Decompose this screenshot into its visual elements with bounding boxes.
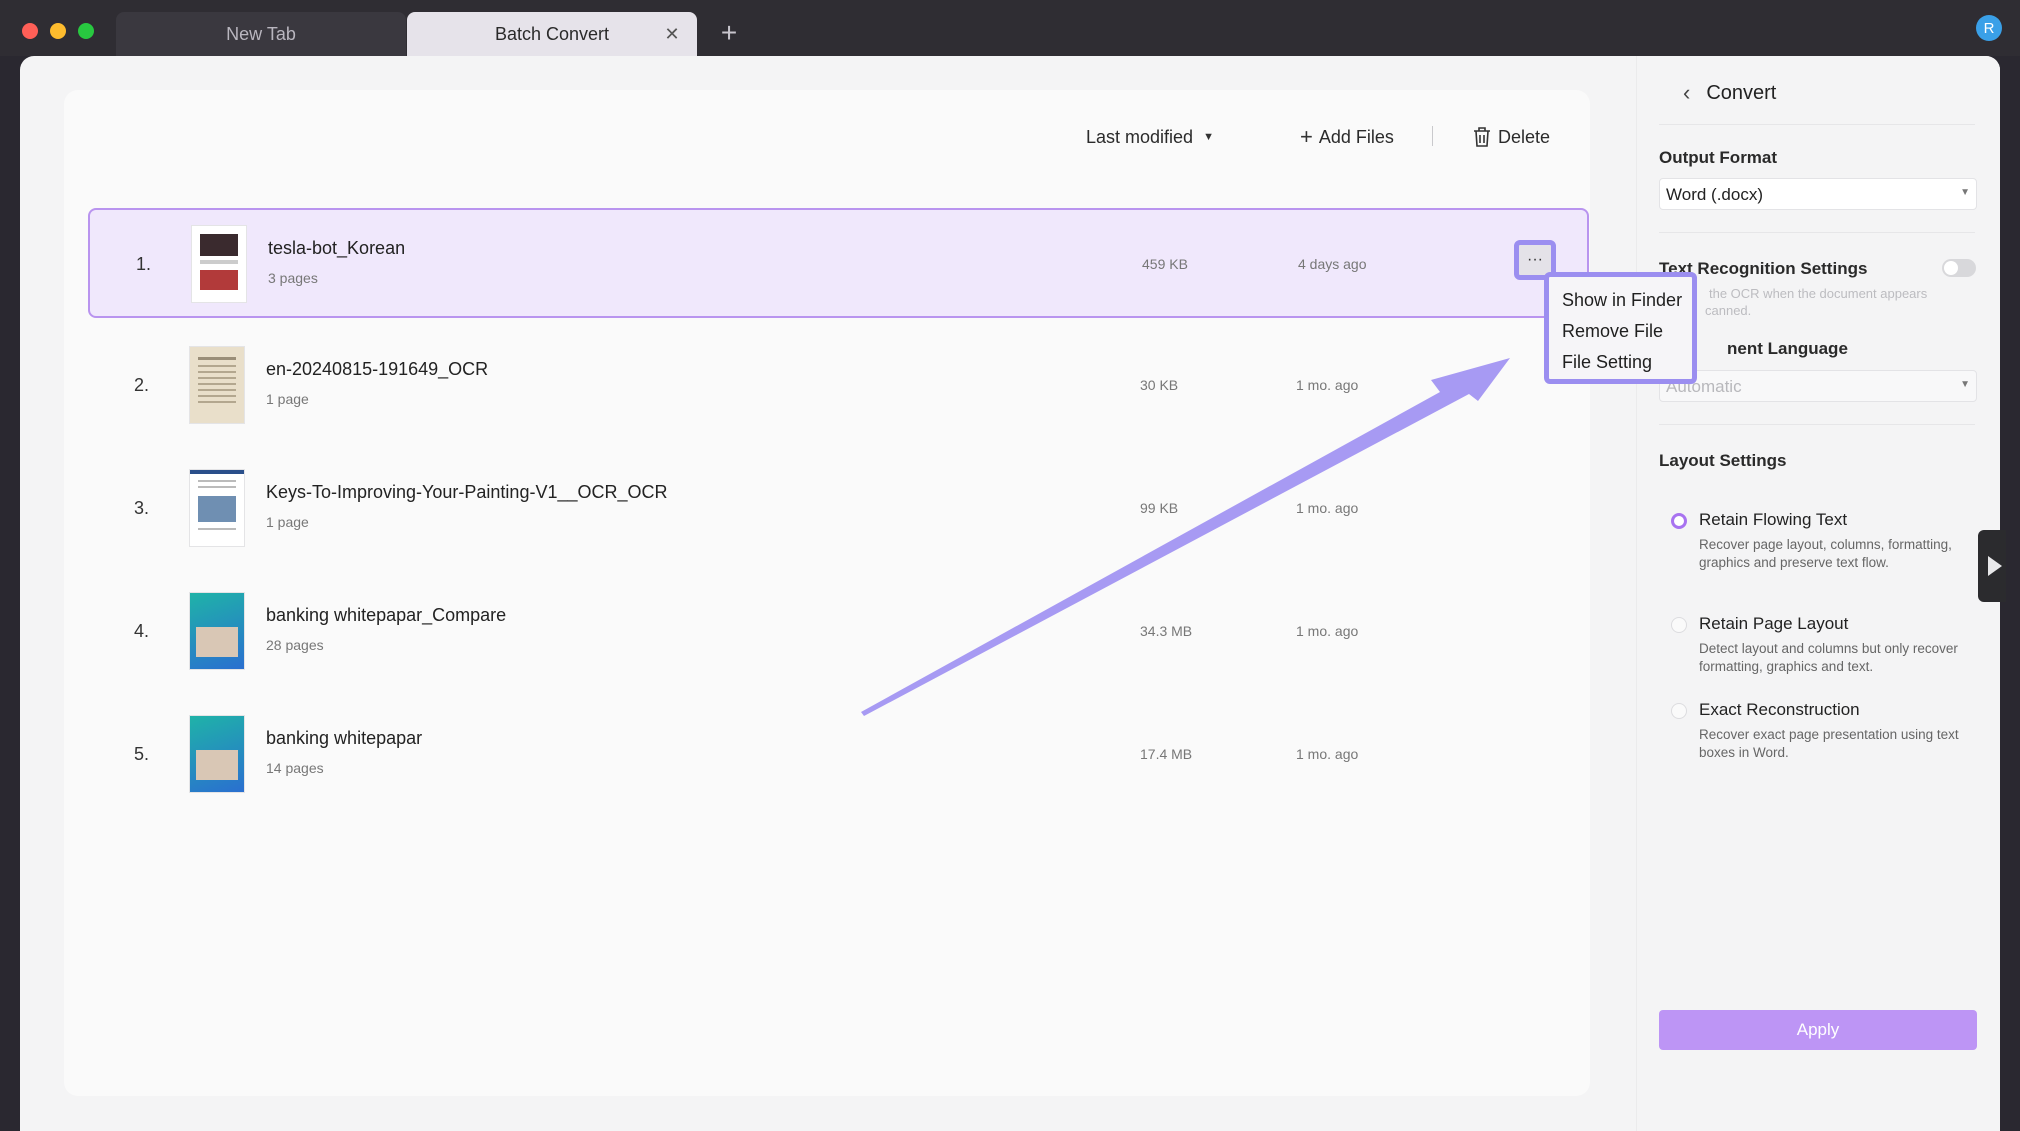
file-thumbnail: [190, 593, 244, 669]
row-number: 4.: [134, 621, 150, 641]
divider: [1659, 232, 1975, 233]
caret-down-icon: ▼: [1960, 187, 1970, 198]
table-row[interactable]: 1. tesla-bot_Korean 3 pages 459 KB 4 day…: [88, 208, 1589, 318]
table-row[interactable]: 3. Keys-To-Improving-Your-Painting-V1__O…: [88, 454, 1589, 564]
file-date: 1 mo. ago: [1296, 746, 1359, 762]
ocr-hint: canned.: [1705, 303, 1752, 318]
file-size: 30 KB: [1140, 377, 1179, 393]
row-number: 1.: [136, 254, 152, 274]
file-date: 4 days ago: [1298, 256, 1367, 272]
file-name: tesla-bot_Korean: [268, 238, 406, 258]
radio-retain-flowing-text[interactable]: [1671, 513, 1687, 529]
row-number: 2.: [134, 375, 150, 395]
radio-exact-reconstruction[interactable]: [1671, 703, 1687, 719]
panel-collapse-handle[interactable]: [1978, 530, 2006, 602]
file-thumbnail: [192, 226, 246, 302]
file-thumbnail: [190, 716, 244, 792]
file-pages: 3 pages: [268, 270, 318, 286]
caret-down-icon: ▼: [1203, 131, 1214, 143]
row-number: 5.: [134, 744, 150, 764]
avatar[interactable]: R: [1976, 15, 2002, 41]
file-thumbnail: [190, 470, 244, 546]
tab-label: New Tab: [226, 23, 296, 44]
sort-label: Last modified: [1086, 126, 1194, 147]
ocr-toggle[interactable]: [1942, 259, 1976, 277]
add-files-label: Add Files: [1318, 126, 1394, 147]
document-language-select[interactable]: Automatic ▼: [1659, 370, 1977, 402]
file-date: 1 mo. ago: [1296, 500, 1359, 516]
minimize-window-button[interactable]: [50, 23, 66, 39]
divider: [1659, 124, 1975, 125]
context-menu: Show in Finder Remove File File Setting: [1544, 272, 1697, 384]
file-pages: 1 page: [266, 391, 309, 407]
option-title: Retain Flowing Text: [1699, 510, 1848, 529]
convert-settings-panel: ‹ Convert Output Format Word (.docx) ▼ T…: [1636, 56, 2000, 1131]
row-number: 3.: [134, 498, 150, 518]
table-row[interactable]: 5. banking whitepapar 14 pages 17.4 MB 1…: [88, 700, 1589, 810]
trash-icon: [1474, 127, 1490, 147]
file-pages: 14 pages: [266, 760, 324, 776]
menu-item-file-setting[interactable]: File Setting: [1562, 347, 1692, 378]
option-description: Recover page layout, columns, formatting…: [1699, 537, 1952, 570]
caret-down-icon: ▼: [1960, 379, 1970, 390]
file-name: banking whitepapar_Compare: [266, 605, 507, 625]
file-name: banking whitepapar: [266, 728, 423, 748]
layout-settings-label: Layout Settings: [1659, 451, 1787, 470]
output-format-label: Output Format: [1659, 148, 1778, 167]
option-description: Recover exact page presentation using te…: [1699, 727, 1959, 760]
option-description: Detect layout and columns but only recov…: [1699, 641, 1958, 674]
file-name: en-20240815-191649_OCR: [266, 359, 489, 379]
file-pages: 1 page: [266, 514, 309, 530]
table-row[interactable]: 4. banking whitepapar_Compare 28 pages 3…: [88, 577, 1589, 687]
file-pages: 28 pages: [266, 637, 324, 653]
menu-item-show-in-finder[interactable]: Show in Finder: [1562, 285, 1692, 316]
close-window-button[interactable]: [22, 23, 38, 39]
file-size: 34.3 MB: [1140, 623, 1193, 639]
chevron-left-icon[interactable]: ‹: [1683, 80, 1690, 106]
plus-icon: +: [1300, 124, 1313, 149]
file-thumbnail: [190, 347, 244, 423]
delete-label: Delete: [1498, 126, 1551, 147]
file-size: 459 KB: [1142, 256, 1188, 272]
output-format-value: Word (.docx): [1666, 185, 1763, 204]
tab-batch-convert[interactable]: Batch Convert ✕: [407, 12, 697, 56]
file-date: 1 mo. ago: [1296, 623, 1359, 639]
panel-header: ‹ Convert: [1683, 80, 1776, 106]
menu-item-remove-file[interactable]: Remove File: [1562, 316, 1692, 347]
app-window: Last modified ▼ + Add Files Delete 1. te…: [20, 56, 2000, 1131]
document-language-label: nent Language: [1727, 339, 1848, 358]
tab-label: Batch Convert: [494, 23, 610, 44]
title-bar: New Tab Batch Convert ✕ + R: [0, 0, 2020, 56]
radio-retain-page-layout[interactable]: [1671, 617, 1687, 633]
zoom-window-button[interactable]: [78, 23, 94, 39]
output-format-select[interactable]: Word (.docx) ▼: [1659, 178, 1977, 210]
delete-button[interactable]: Delete: [1472, 122, 1550, 152]
sort-dropdown[interactable]: Last modified ▼: [1086, 122, 1214, 152]
file-date: 1 mo. ago: [1296, 377, 1359, 393]
divider: [1659, 424, 1975, 425]
add-files-button[interactable]: + Add Files: [1300, 122, 1394, 152]
option-title: Retain Page Layout: [1699, 614, 1849, 633]
close-tab-icon[interactable]: ✕: [661, 23, 683, 45]
option-title: Exact Reconstruction: [1699, 700, 1860, 719]
apply-button[interactable]: Apply: [1659, 1010, 1977, 1050]
ocr-hint: the OCR when the document appears: [1709, 286, 1928, 301]
tab-new-tab[interactable]: New Tab: [116, 12, 406, 56]
table-row[interactable]: 2. en-20240815-191649_OCR 1 page 30 KB 1…: [88, 331, 1589, 441]
panel-title: Convert: [1706, 81, 1777, 104]
file-size: 99 KB: [1140, 500, 1179, 516]
new-tab-button[interactable]: +: [714, 16, 744, 50]
file-size: 17.4 MB: [1140, 746, 1193, 762]
toolbar-divider: [1432, 126, 1433, 146]
file-name: Keys-To-Improving-Your-Painting-V1__OCR_…: [266, 482, 668, 502]
